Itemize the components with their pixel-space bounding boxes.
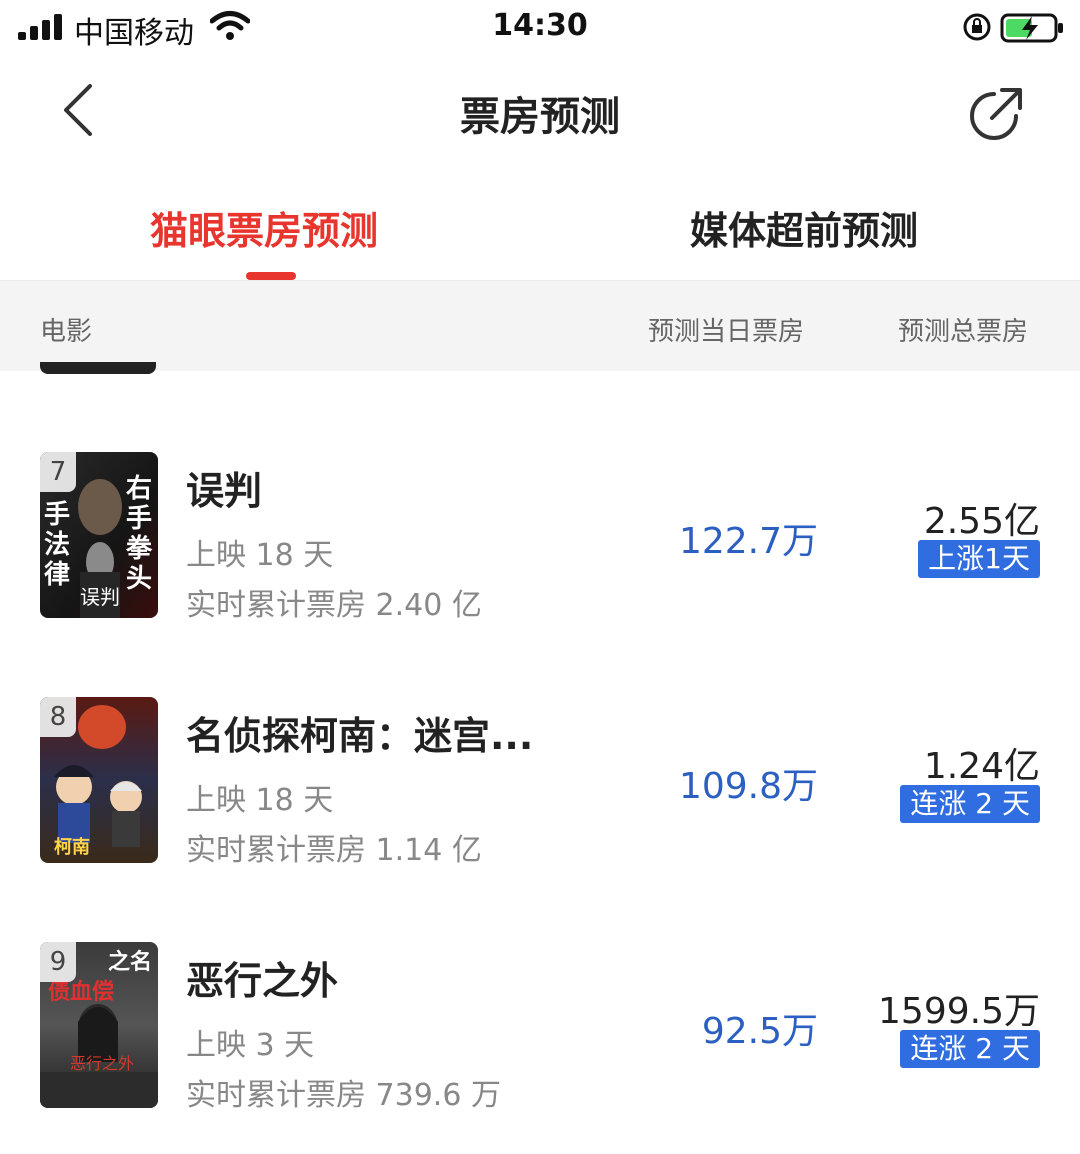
status-bar: 中国移动 14:30 [0, 0, 1080, 56]
cumulative-box-office: 实时累计票房 2.40 亿 [186, 588, 482, 623]
previous-poster-edge [40, 362, 156, 374]
tab-media-forecast[interactable]: 媒体超前预测 [690, 200, 918, 255]
rank-badge: 8 [40, 697, 76, 737]
total-forecast: 2.55亿 [923, 501, 1040, 542]
total-forecast: 1.24亿 [923, 746, 1040, 787]
cumulative-box-office: 实时累计票房 1.14 亿 [186, 833, 482, 868]
list-item[interactable]: 手法律 右手拳头 误判 7 误判 上映 18 天 实时累计票房 2.40 亿 1… [0, 452, 1080, 623]
trend-badge: 连涨 2 天 [900, 1030, 1040, 1068]
poster-text-left: 手法律 [44, 500, 71, 590]
column-header: 电影 预测当日票房 预测总票房 [0, 280, 1080, 371]
day-forecast: 109.8万 [678, 766, 818, 807]
trend-badge: 连涨 2 天 [900, 785, 1040, 823]
page-title: 票房预测 [460, 94, 620, 140]
share-icon[interactable] [966, 84, 1026, 144]
release-days: 上映 18 天 [186, 538, 334, 573]
rotation-lock-icon [963, 13, 991, 41]
list-item[interactable]: 柯南 8 名侦探柯南：迷宫... 上映 18 天 实时累计票房 1.14 亿 1… [0, 697, 1080, 868]
poster-text-bottom: 误判 [80, 585, 120, 609]
column-movie: 电影 [40, 317, 93, 347]
cumulative-box-office: 实时累计票房 739.6 万 [186, 1078, 501, 1113]
movie-poster[interactable]: 手法律 右手拳头 误判 7 [40, 452, 158, 618]
movie-poster[interactable]: 之名 债血偿 恶行之外 9 [40, 942, 158, 1108]
list-item[interactable]: 之名 债血偿 恶行之外 9 恶行之外 上映 3 天 实时累计票房 739.6 万… [0, 942, 1080, 1113]
rank-badge: 7 [40, 452, 76, 492]
movie-title[interactable]: 恶行之外 [186, 950, 338, 1005]
movie-poster[interactable]: 柯南 8 [40, 697, 158, 863]
column-total-forecast: 预测总票房 [898, 317, 1029, 347]
trend-badge: 上涨1天 [918, 540, 1040, 578]
release-days: 上映 3 天 [186, 1028, 315, 1063]
active-tab-indicator [246, 272, 296, 280]
day-forecast: 92.5万 [701, 1011, 818, 1052]
status-time: 14:30 [492, 8, 588, 43]
movie-title[interactable]: 误判 [186, 460, 262, 515]
day-forecast: 122.7万 [678, 521, 818, 562]
movie-title[interactable]: 名侦探柯南：迷宫... [186, 705, 533, 760]
rank-badge: 9 [40, 942, 76, 982]
poster-text-right: 右手拳头 [126, 474, 153, 594]
poster-text-bottom: 恶行之外 [70, 1054, 135, 1073]
battery-icon [1000, 13, 1063, 43]
total-forecast: 1599.5万 [878, 991, 1040, 1032]
poster-text-bottom: 柯南 [54, 837, 90, 858]
release-days: 上映 18 天 [186, 783, 334, 818]
poster-text-top: 之名 [107, 950, 152, 975]
column-day-forecast: 预测当日票房 [648, 317, 805, 347]
tab-maoyan-forecast[interactable]: 猫眼票房预测 [150, 200, 378, 255]
